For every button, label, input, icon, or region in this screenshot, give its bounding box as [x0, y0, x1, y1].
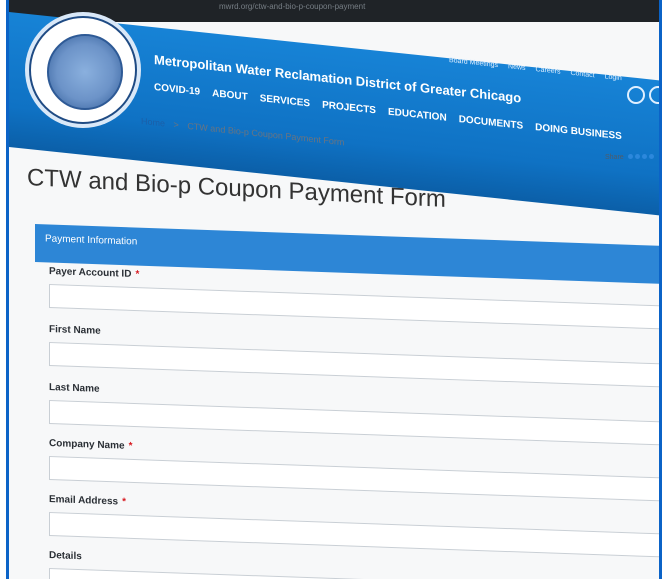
field-company-name: Company Name * [49, 438, 659, 502]
field-email-address: Email Address * [49, 494, 659, 558]
district-seal-logo[interactable] [29, 16, 137, 124]
seal-center-graphic [47, 34, 123, 110]
search-icon[interactable] [627, 86, 645, 104]
share-bar: Share [605, 154, 654, 161]
share-icons[interactable] [626, 154, 654, 161]
browser-top-bar: mwrd.org/ctw-and-bio-p-coupon-payment [9, 0, 659, 22]
share-label: Share [605, 154, 624, 161]
field-first-name: First Name [49, 324, 659, 388]
required-marker: * [128, 440, 133, 452]
field-payer-account-id: Payer Account ID * [49, 266, 659, 330]
address-bar[interactable]: mwrd.org/ctw-and-bio-p-coupon-payment [219, 2, 365, 11]
facebook-icon[interactable] [627, 154, 633, 159]
field-details: Details [49, 550, 659, 579]
twitter-icon[interactable] [634, 154, 640, 159]
required-marker: * [135, 269, 140, 281]
required-marker: * [122, 496, 127, 508]
browser-frame: mwrd.org/ctw-and-bio-p-coupon-payment Me… [6, 0, 662, 579]
breadcrumb-separator: > [173, 119, 179, 130]
panel-title: Payment Information [45, 233, 138, 248]
print-icon[interactable] [648, 154, 654, 159]
email-icon[interactable] [641, 154, 647, 159]
field-last-name: Last Name [49, 382, 659, 446]
user-icon[interactable] [649, 86, 659, 104]
